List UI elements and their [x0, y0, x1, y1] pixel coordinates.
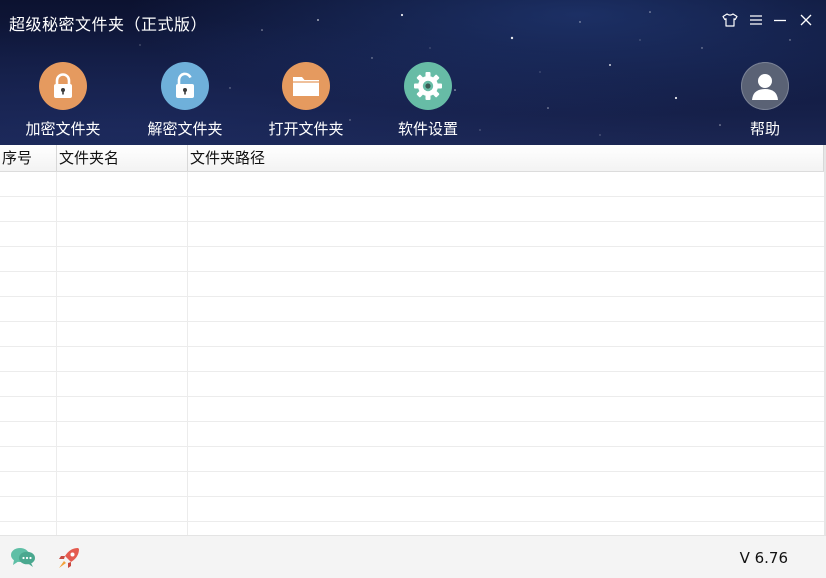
decrypt-folder-label: 解密文件夹: [147, 120, 223, 138]
table-row[interactable]: [0, 422, 824, 447]
user-avatar-icon: [752, 74, 778, 100]
open-folder-label: 打开文件夹: [268, 120, 344, 138]
table-header: 序号 文件夹名 文件夹路径: [0, 145, 824, 172]
settings-icon-circle: [404, 62, 452, 110]
chat-bubbles-icon: [11, 548, 35, 567]
minimize-icon: [774, 19, 786, 22]
help-label: 帮助: [749, 120, 780, 138]
encrypt-folder-button[interactable]: 加密文件夹: [15, 62, 111, 142]
rocket-icon: [59, 548, 79, 568]
open-folder-icon-circle: [282, 62, 330, 110]
table-row[interactable]: [0, 247, 824, 272]
table-row[interactable]: [0, 172, 824, 197]
chat-button[interactable]: [10, 545, 36, 571]
encrypt-icon-circle: [39, 62, 87, 110]
table-row[interactable]: [0, 272, 824, 297]
table-row[interactable]: [0, 372, 824, 397]
table-row[interactable]: [0, 522, 824, 535]
header-banner: 超级秘密文件夹（正式版） 加密文件夹 解密文件夹 打开文件夹 软件设置 帮助: [0, 0, 826, 145]
column-header-folder-path[interactable]: 文件夹路径: [188, 145, 824, 171]
column-header-index[interactable]: 序号: [0, 145, 57, 171]
table-row[interactable]: [0, 472, 824, 497]
help-icon-circle: [741, 62, 789, 110]
window-title: 超级秘密文件夹（正式版）: [9, 15, 208, 34]
hamburger-icon: [750, 15, 762, 25]
folder-icon: [293, 77, 319, 96]
table-row[interactable]: [0, 197, 824, 222]
shirt-icon: [722, 13, 738, 27]
table-row[interactable]: [0, 447, 824, 472]
table-row[interactable]: [0, 322, 824, 347]
close-icon: [800, 14, 812, 26]
folder-table[interactable]: 序号 文件夹名 文件夹路径: [0, 145, 826, 535]
minimize-button[interactable]: [769, 9, 791, 31]
table-row[interactable]: [0, 347, 824, 372]
version-label: V 6.76: [739, 549, 788, 567]
lock-closed-icon: [54, 73, 72, 98]
menu-button[interactable]: [745, 9, 767, 31]
table-row[interactable]: [0, 497, 824, 522]
status-bar: V 6.76: [0, 535, 826, 578]
lock-open-icon: [176, 72, 194, 98]
boost-button[interactable]: [56, 545, 82, 571]
settings-label: 软件设置: [397, 120, 458, 138]
table-body: [0, 172, 824, 535]
decrypt-folder-button[interactable]: 解密文件夹: [137, 62, 233, 142]
gear-icon: [414, 72, 442, 100]
close-button[interactable]: [795, 9, 817, 31]
table-row[interactable]: [0, 222, 824, 247]
column-header-folder-name[interactable]: 文件夹名: [57, 145, 188, 171]
decrypt-icon-circle: [161, 62, 209, 110]
settings-button[interactable]: 软件设置: [380, 62, 476, 142]
help-button[interactable]: 帮助: [717, 62, 813, 142]
open-folder-button[interactable]: 打开文件夹: [258, 62, 354, 142]
encrypt-folder-label: 加密文件夹: [25, 120, 101, 138]
table-row[interactable]: [0, 397, 824, 422]
table-row[interactable]: [0, 297, 824, 322]
skin-button[interactable]: [719, 9, 741, 31]
